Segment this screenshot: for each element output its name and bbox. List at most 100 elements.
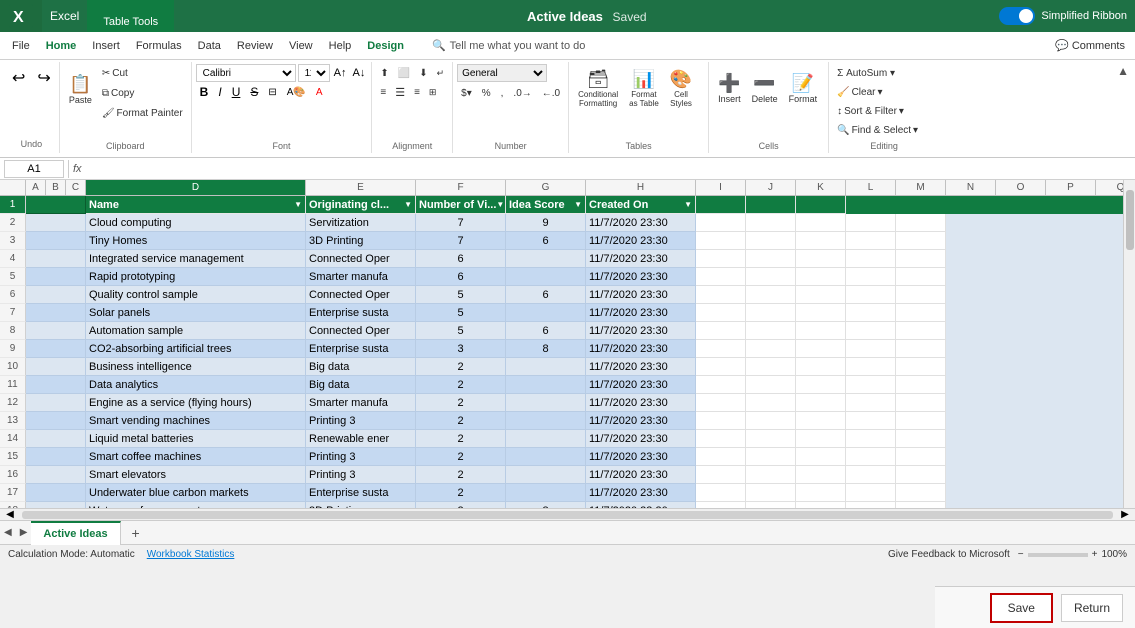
formula-input[interactable] xyxy=(86,160,1131,178)
align-middle-btn[interactable]: ⬜ xyxy=(394,64,414,82)
col-header-q[interactable]: Q xyxy=(1096,180,1123,195)
cell-7-m[interactable] xyxy=(896,304,946,322)
cell-14-h[interactable]: 11/7/2020 23:30 xyxy=(586,430,696,448)
cell-10-j[interactable] xyxy=(746,358,796,376)
cell-15-g[interactable] xyxy=(506,448,586,466)
cell-reference-box[interactable]: A1 xyxy=(4,160,64,178)
cell-8-l[interactable] xyxy=(846,322,896,340)
col-header-b[interactable]: B xyxy=(46,180,66,195)
sheet-tab-active-ideas[interactable]: Active Ideas xyxy=(31,521,120,545)
workbook-stats-btn[interactable]: Workbook Statistics xyxy=(147,549,235,560)
align-right-btn[interactable]: ≡ xyxy=(410,83,424,101)
cell-16-m[interactable] xyxy=(896,466,946,484)
cell-11-h[interactable]: 11/7/2020 23:30 xyxy=(586,376,696,394)
cell-10-k[interactable] xyxy=(796,358,846,376)
cell-3-f[interactable]: 7 xyxy=(416,232,506,250)
col-header-a[interactable]: A xyxy=(26,180,46,195)
cell-5-e[interactable]: Smarter manufa xyxy=(306,268,416,286)
cell-4-m[interactable] xyxy=(896,250,946,268)
wrap-text-btn[interactable]: ↵ xyxy=(433,64,449,82)
cell-7-d[interactable]: Solar panels xyxy=(86,304,306,322)
cell-3-j[interactable] xyxy=(746,232,796,250)
scroll-right-btn[interactable]: ▶ xyxy=(1115,509,1135,520)
delete-button[interactable]: ➖ Delete xyxy=(747,64,783,114)
cell-11-f[interactable]: 2 xyxy=(416,376,506,394)
cell-3-abc[interactable] xyxy=(26,232,86,250)
cell-16-d[interactable]: Smart elevators xyxy=(86,466,306,484)
cell-6-k[interactable] xyxy=(796,286,846,304)
cell-14-k[interactable] xyxy=(796,430,846,448)
col-header-e[interactable]: E xyxy=(306,180,416,195)
cell-4-h[interactable]: 11/7/2020 23:30 xyxy=(586,250,696,268)
comma-btn[interactable]: , xyxy=(497,84,508,102)
cell-17-m[interactable] xyxy=(896,484,946,502)
cell-3-m[interactable] xyxy=(896,232,946,250)
tab-nav-right[interactable]: ▶ xyxy=(16,527,32,538)
find-select-button[interactable]: 🔍 Find & Select ▾ xyxy=(833,121,935,139)
cell-16-f[interactable]: 2 xyxy=(416,466,506,484)
cell-8-abc[interactable] xyxy=(26,322,86,340)
cell-1-e[interactable]: Originating cl... ▼ xyxy=(306,196,416,214)
undo-button[interactable]: ↩ xyxy=(8,66,29,90)
cell-13-k[interactable] xyxy=(796,412,846,430)
cell-4-abc[interactable] xyxy=(26,250,86,268)
percent-btn[interactable]: % xyxy=(478,84,495,102)
cell-9-abc[interactable] xyxy=(26,340,86,358)
cell-5-g[interactable] xyxy=(506,268,586,286)
col-header-n[interactable]: N xyxy=(946,180,996,195)
cell-8-j[interactable] xyxy=(746,322,796,340)
cell-3-k[interactable] xyxy=(796,232,846,250)
scroll-left-btn[interactable]: ◀ xyxy=(0,509,20,520)
tell-me-bar[interactable]: 🔍 Tell me what you want to do xyxy=(432,39,1029,52)
cell-7-j[interactable] xyxy=(746,304,796,322)
menu-design[interactable]: Design xyxy=(359,32,412,60)
cell-17-l[interactable] xyxy=(846,484,896,502)
cell-4-k[interactable] xyxy=(796,250,846,268)
cell-14-e[interactable]: Renewable ener xyxy=(306,430,416,448)
cell-4-g[interactable] xyxy=(506,250,586,268)
decrease-font-btn[interactable]: A↓ xyxy=(351,66,368,80)
zoom-slider[interactable] xyxy=(1028,553,1088,557)
cell-11-k[interactable] xyxy=(796,376,846,394)
cell-15-d[interactable]: Smart coffee machines xyxy=(86,448,306,466)
cell-3-e[interactable]: 3D Printing xyxy=(306,232,416,250)
cell-2-j[interactable] xyxy=(746,214,796,232)
cell-14-l[interactable] xyxy=(846,430,896,448)
cell-8-h[interactable]: 11/7/2020 23:30 xyxy=(586,322,696,340)
cell-12-i[interactable] xyxy=(696,394,746,412)
fill-color-button[interactable]: A🎨 xyxy=(283,85,310,100)
col-header-o[interactable]: O xyxy=(996,180,1046,195)
cell-16-j[interactable] xyxy=(746,466,796,484)
cell-13-g[interactable] xyxy=(506,412,586,430)
cell-13-l[interactable] xyxy=(846,412,896,430)
cell-9-j[interactable] xyxy=(746,340,796,358)
cell-4-e[interactable]: Connected Oper xyxy=(306,250,416,268)
cell-1-i[interactable] xyxy=(696,196,746,214)
paste-button[interactable]: 📋 Paste xyxy=(64,64,97,116)
filter-f-icon[interactable]: ▼ xyxy=(496,196,504,214)
cell-2-h[interactable]: 11/7/2020 23:30 xyxy=(586,214,696,232)
cell-5-l[interactable] xyxy=(846,268,896,286)
cell-15-i[interactable] xyxy=(696,448,746,466)
cell-12-k[interactable] xyxy=(796,394,846,412)
cell-7-abc[interactable] xyxy=(26,304,86,322)
cell-2-abc[interactable] xyxy=(26,214,86,232)
cell-1-h[interactable]: Created On ▼ xyxy=(586,196,696,214)
align-center-btn[interactable]: ☰ xyxy=(391,83,409,101)
align-top-btn[interactable]: ⬆ xyxy=(376,64,392,82)
cell-1-d[interactable]: Name ▼ xyxy=(86,196,306,214)
cell-10-g[interactable] xyxy=(506,358,586,376)
scroll-thumb[interactable] xyxy=(1126,190,1134,250)
cell-17-h[interactable]: 11/7/2020 23:30 xyxy=(586,484,696,502)
currency-btn[interactable]: $▾ xyxy=(457,84,476,102)
menu-home[interactable]: Home xyxy=(38,32,85,60)
cell-12-g[interactable] xyxy=(506,394,586,412)
cell-2-g[interactable]: 9 xyxy=(506,214,586,232)
clear-button[interactable]: 🧹 Clear ▾ xyxy=(833,83,935,101)
redo-button[interactable]: ↪ xyxy=(33,66,54,90)
cell-13-f[interactable]: 2 xyxy=(416,412,506,430)
return-button[interactable]: Return xyxy=(1061,594,1123,622)
menu-formulas[interactable]: Formulas xyxy=(128,32,190,60)
cell-1-j[interactable] xyxy=(746,196,796,214)
menu-data[interactable]: Data xyxy=(190,32,229,60)
